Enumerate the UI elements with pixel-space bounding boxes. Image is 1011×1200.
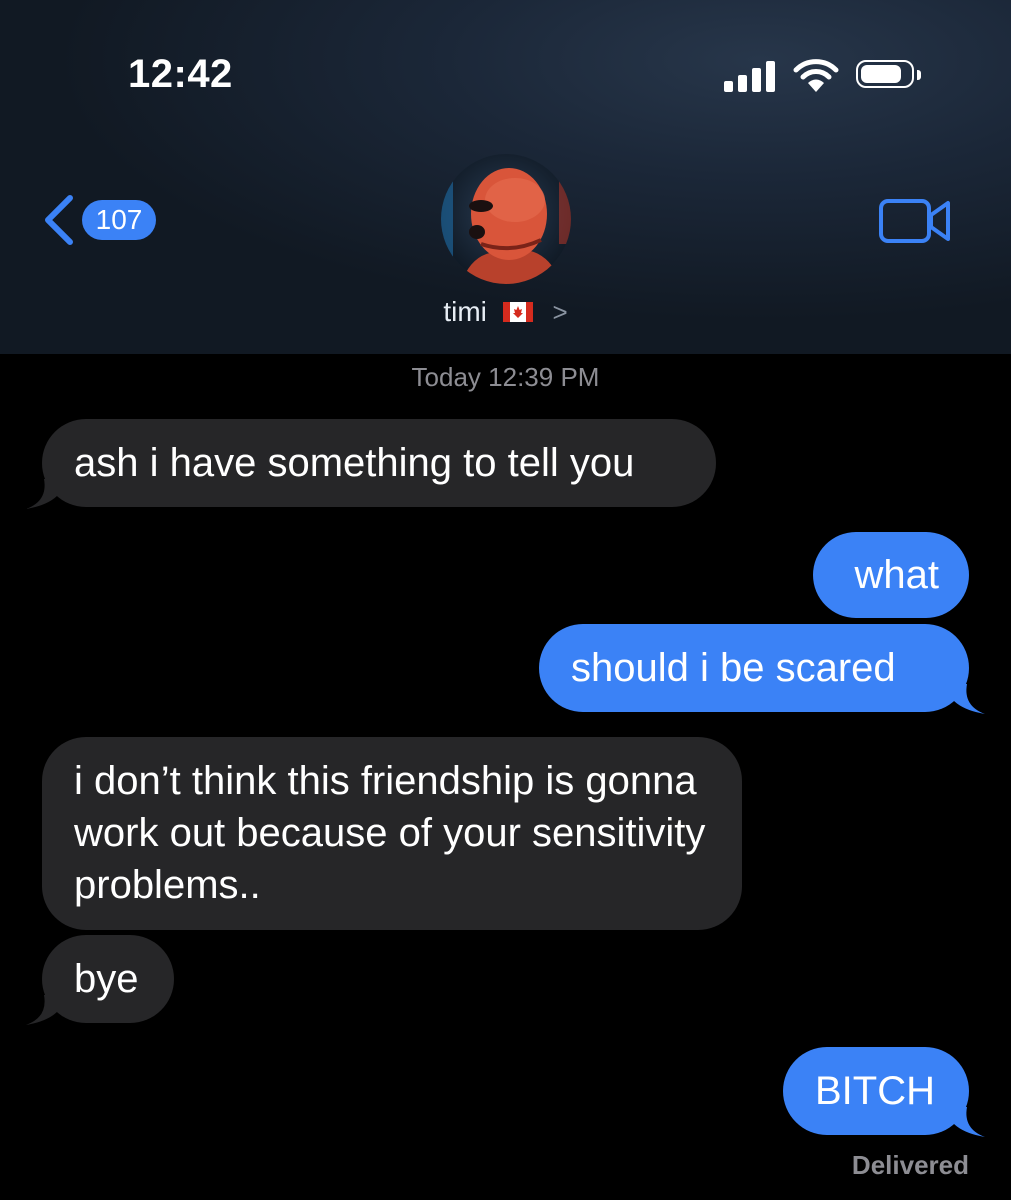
contact-avatar[interactable] [441, 154, 571, 284]
chevron-right-icon: > [552, 297, 568, 327]
received-message[interactable]: ash i have something to tell you [26, 419, 716, 509]
video-call-icon[interactable] [878, 196, 952, 246]
message-text: BITCH [815, 1069, 935, 1113]
chevron-left-icon [45, 195, 73, 245]
back-button[interactable]: 107 [38, 192, 168, 252]
wifi-icon [793, 59, 839, 92]
message-text: should i be scared [571, 646, 896, 690]
message-timestamp: Today 12:39 PM [411, 362, 600, 392]
contact-name-row[interactable]: timi > [0, 296, 1011, 328]
received-message[interactable]: bye [26, 935, 174, 1025]
received-message[interactable]: i don’t think this friendship is gonna w… [42, 737, 742, 930]
bubble-tail [26, 995, 66, 1025]
sent-message[interactable]: BITCH [783, 1047, 985, 1137]
unread-count-badge: 107 [82, 200, 156, 240]
bubble-tail [945, 684, 985, 714]
sent-message[interactable]: what [813, 532, 969, 618]
message-text: ash i have something to tell you [74, 441, 635, 485]
bubble-tail [945, 1107, 985, 1137]
delivery-status: Delivered [851, 1150, 969, 1180]
message-text: i don’t think this friendship is gonna w… [74, 759, 706, 907]
status-time: 12:42 [128, 52, 233, 96]
contact-name: timi [443, 296, 487, 327]
message-text: what [854, 553, 940, 597]
cellular-signal-icon [724, 60, 776, 92]
message-text: bye [74, 957, 139, 1001]
battery-icon [856, 60, 922, 92]
canada-flag-icon [502, 302, 533, 322]
bubble-tail [26, 479, 66, 509]
avatar-image [441, 154, 571, 284]
sent-message[interactable]: should i be scared [539, 624, 985, 714]
conversation-header: 12:42 107 timi > [0, 0, 1011, 354]
